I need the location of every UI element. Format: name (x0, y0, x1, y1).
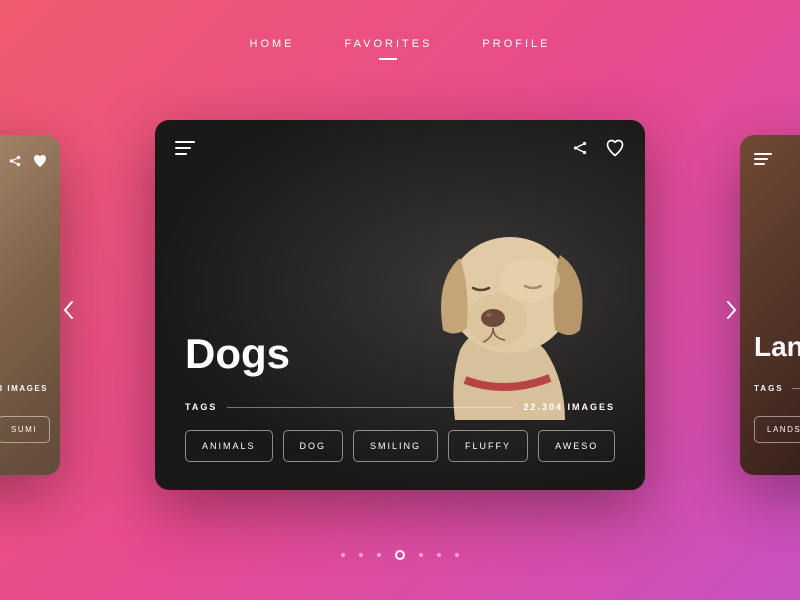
card-prev[interactable]: 593 IMAGES SUMI (0, 135, 60, 475)
tag-pill-dog[interactable]: DOG (283, 430, 344, 462)
menu-button[interactable] (754, 153, 772, 165)
nav-favorites[interactable]: FAVORITES (345, 38, 433, 60)
card-prev-actions (8, 153, 48, 169)
pagination-dot-3[interactable] (377, 553, 381, 557)
carousel: 593 IMAGES SUMI (0, 110, 800, 510)
card-main-header (175, 138, 625, 158)
heart-icon[interactable] (605, 138, 625, 158)
tags-label: TAGS (754, 384, 784, 393)
card-prev-image-count: 593 IMAGES (0, 384, 48, 393)
chevron-left-icon (62, 300, 74, 320)
tag-pill[interactable]: SUMI (0, 416, 50, 443)
tags-row: TAGS (754, 384, 800, 393)
pagination-dot-4[interactable] (395, 550, 405, 560)
carousel-next-button[interactable] (720, 298, 744, 322)
card-main-actions (571, 138, 625, 158)
chevron-right-icon (726, 300, 738, 320)
pagination-dot-7[interactable] (455, 553, 459, 557)
card-main: Dogs TAGS 22.304 IMAGES ANIMALS DOG SMIL… (155, 120, 645, 490)
tag-pill-smiling[interactable]: SMILING (353, 430, 438, 462)
image-count: 22.304 IMAGES (523, 402, 615, 412)
share-icon[interactable] (8, 154, 22, 168)
card-next-tags: LANDS (754, 416, 800, 443)
share-icon[interactable] (571, 139, 589, 157)
pagination-dot-2[interactable] (359, 553, 363, 557)
card-prev-tags: SUMI (0, 416, 50, 443)
nav-home[interactable]: HOME (250, 38, 295, 60)
tags-row: TAGS 22.304 IMAGES (185, 402, 615, 412)
pagination-dot-5[interactable] (419, 553, 423, 557)
card-main-image (365, 180, 625, 420)
carousel-prev-button[interactable] (56, 298, 80, 322)
top-nav: HOME FAVORITES PROFILE (0, 0, 800, 60)
divider-line (792, 388, 800, 389)
tag-pill[interactable]: LANDS (754, 416, 800, 443)
pagination-dot-6[interactable] (437, 553, 441, 557)
pagination-dot-1[interactable] (341, 553, 345, 557)
pagination-dots (0, 550, 800, 560)
tag-pill-awesome[interactable]: AWESO (538, 430, 615, 462)
tag-pill-fluffy[interactable]: FLUFFY (448, 430, 528, 462)
card-next[interactable]: Lan TAGS LANDS (740, 135, 800, 475)
menu-button[interactable] (175, 141, 195, 155)
nav-profile[interactable]: PROFILE (482, 38, 550, 60)
card-next-title: Lan (754, 331, 800, 363)
heart-icon[interactable] (32, 153, 48, 169)
divider-line (227, 407, 513, 408)
tags-label: TAGS (185, 402, 217, 412)
card-main-title: Dogs (185, 330, 290, 378)
tags-list: ANIMALS DOG SMILING FLUFFY AWESO (185, 430, 615, 462)
tag-pill-animals[interactable]: ANIMALS (185, 430, 273, 462)
